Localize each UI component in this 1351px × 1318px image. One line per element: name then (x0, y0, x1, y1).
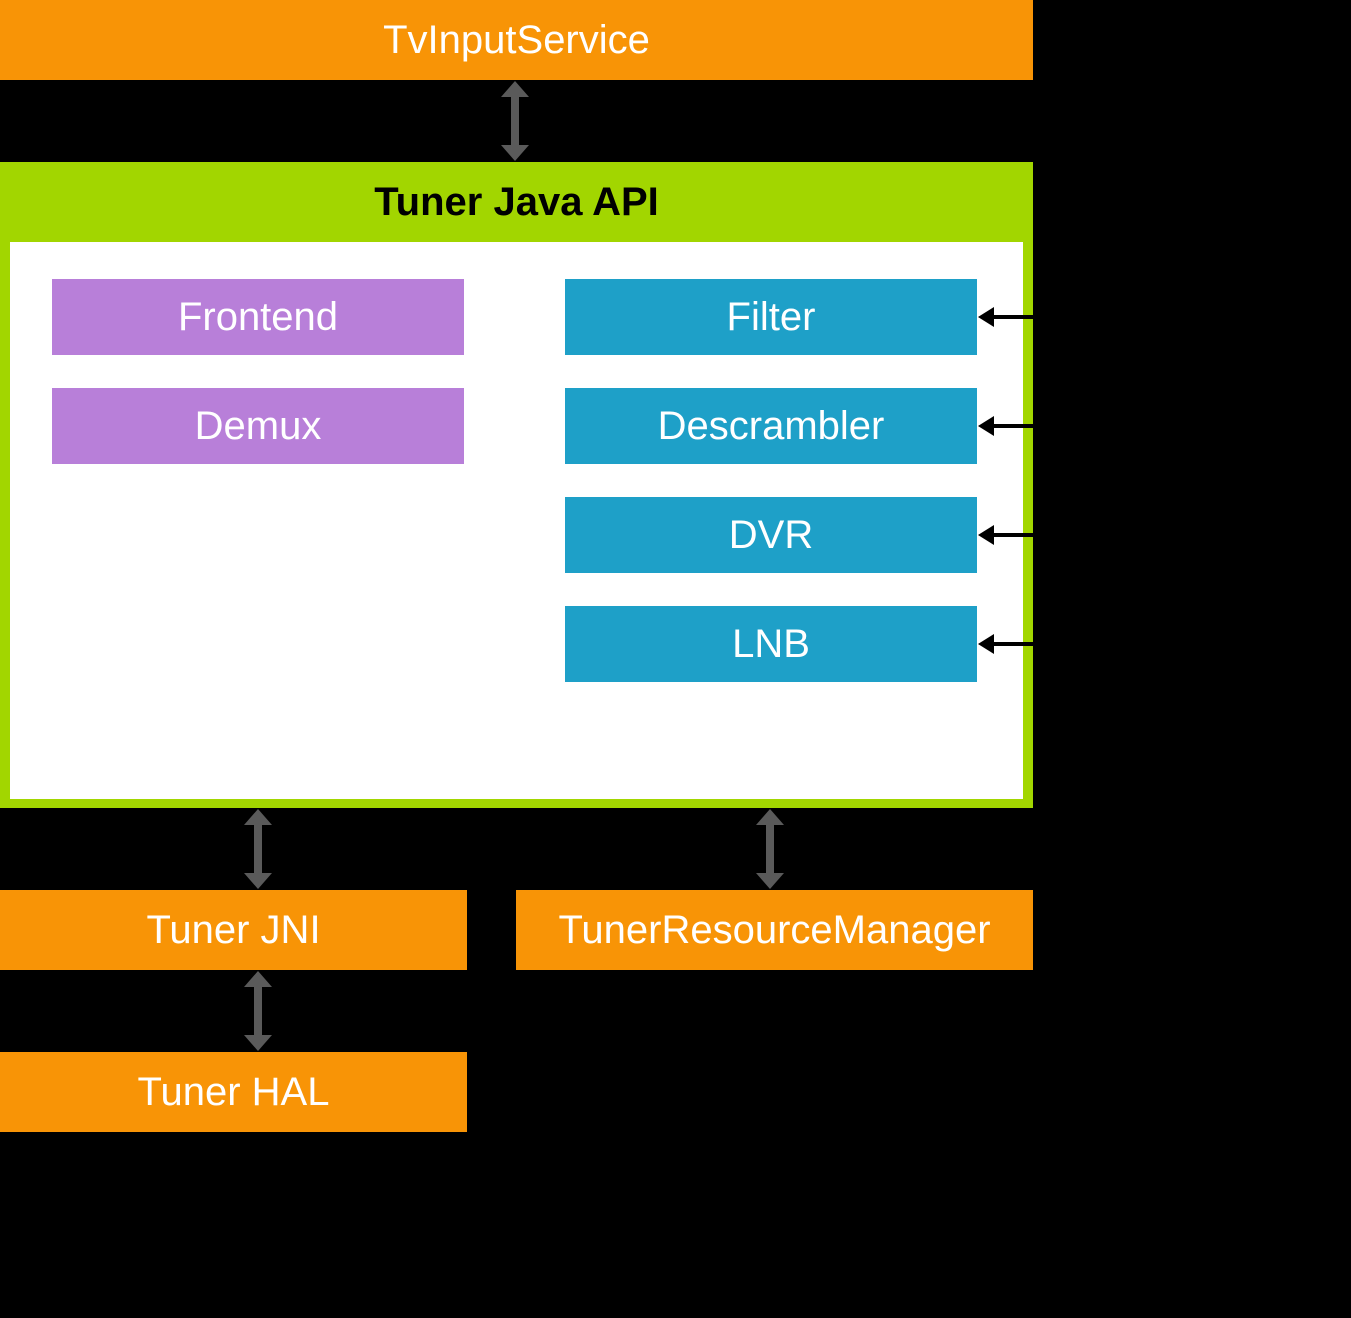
dvr-block: DVR (565, 497, 977, 573)
arrow-tvinput-to-tunerapi (511, 95, 519, 147)
descrambler-block: Descrambler (565, 388, 977, 464)
descrambler-label: Descrambler (658, 404, 885, 449)
routing-filter-line (994, 315, 1117, 319)
routing-descrambler-line (994, 424, 1117, 428)
arrowhead-into-tvinputservice (1034, 28, 1050, 48)
routing-lnb-line (994, 642, 1117, 646)
routing-vertical-spine (1113, 36, 1117, 644)
tuner-jni-block: Tuner JNI (0, 890, 467, 970)
arrow-api-to-trm (766, 823, 774, 875)
arrowhead-dvr (978, 525, 994, 545)
arrowhead-descrambler (978, 416, 994, 436)
tuner-java-api-label: Tuner Java API (374, 180, 659, 225)
lnb-block: LNB (565, 606, 977, 682)
tuner-resource-manager-block: TunerResourceManager (516, 890, 1033, 970)
tuner-resource-manager-label: TunerResourceManager (558, 908, 990, 953)
dvr-label: DVR (729, 513, 813, 558)
routing-dvr-line (994, 533, 1117, 537)
tuner-hal-block: Tuner HAL (0, 1052, 467, 1132)
filter-label: Filter (727, 295, 816, 340)
arrow-api-to-jni (254, 823, 262, 875)
tv-input-service-block: TvInputService (0, 0, 1033, 80)
lnb-label: LNB (732, 622, 810, 667)
tuner-java-api-header: Tuner Java API (0, 162, 1033, 242)
arrow-jni-to-hal (254, 985, 262, 1037)
frontend-block: Frontend (52, 279, 464, 355)
demux-block: Demux (52, 388, 464, 464)
routing-top-stub (1050, 36, 1117, 40)
tv-input-service-label: TvInputService (383, 18, 650, 63)
frontend-label: Frontend (178, 295, 338, 340)
filter-block: Filter (565, 279, 977, 355)
demux-label: Demux (195, 404, 322, 449)
arrowhead-lnb (978, 634, 994, 654)
tuner-hal-label: Tuner HAL (138, 1070, 330, 1115)
arrowhead-filter (978, 307, 994, 327)
tuner-jni-label: Tuner JNI (146, 908, 320, 953)
